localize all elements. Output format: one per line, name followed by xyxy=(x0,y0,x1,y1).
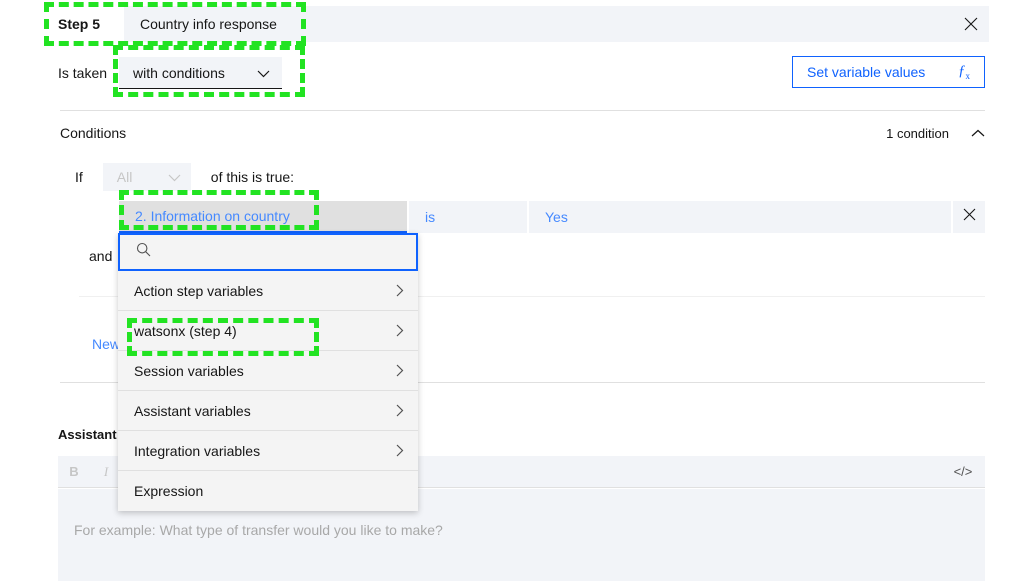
chevron-up-icon[interactable] xyxy=(971,129,985,138)
dropdown-search-input[interactable] xyxy=(161,243,385,261)
chevron-right-icon xyxy=(395,364,404,377)
chevron-down-icon xyxy=(257,65,270,81)
step-name-input[interactable]: Country info response xyxy=(124,6,985,42)
dropdown-item-assistant-variables[interactable]: Assistant variables xyxy=(118,391,418,431)
dropdown-item-label: Expression xyxy=(134,483,204,499)
chevron-right-icon xyxy=(395,324,404,337)
chevron-right-icon xyxy=(395,404,404,417)
search-icon xyxy=(136,242,151,262)
conditions-title: Conditions xyxy=(60,125,127,141)
conditions-header-right: 1 condition xyxy=(886,126,985,141)
dropdown-item-label: Integration variables xyxy=(134,442,261,459)
is-taken-select[interactable]: with conditions xyxy=(119,57,283,89)
dropdown-item-action-step-variables[interactable]: Action step variables xyxy=(118,271,418,311)
close-icon xyxy=(963,208,976,226)
condition-variable-select[interactable]: 2. Information on country xyxy=(119,201,407,233)
dropdown-item-label: Session variables xyxy=(134,362,244,379)
set-variable-values-button[interactable]: Set variable values ƒx xyxy=(792,56,985,88)
dropdown-item-label: Assistant variables xyxy=(134,402,251,419)
if-label: If xyxy=(75,169,83,185)
conditions-header: Conditions 1 condition xyxy=(60,120,985,146)
dropdown-item-session-variables[interactable]: Session variables xyxy=(118,351,418,391)
close-icon xyxy=(964,17,978,31)
condition-match-value: All xyxy=(116,169,133,185)
condition-match-select[interactable]: All xyxy=(102,163,191,191)
new-condition-link[interactable]: New xyxy=(92,336,120,352)
chevron-right-icon xyxy=(395,284,404,297)
condition-operator-select[interactable]: is xyxy=(409,201,527,233)
condition-row: 2. Information on country is Yes xyxy=(119,201,985,233)
close-step-button[interactable] xyxy=(953,6,989,42)
code-view-button[interactable]: </> xyxy=(947,456,979,488)
dropdown-item-label: Action step variables xyxy=(134,282,264,299)
condition-count: 1 condition xyxy=(886,125,949,141)
step-editor-panel: Step 5 Country info response Is taken wi… xyxy=(0,0,1023,581)
dropdown-item-integration-variables[interactable]: Integration variables xyxy=(118,431,418,471)
is-taken-label: Is taken xyxy=(58,65,108,81)
bold-button[interactable]: B xyxy=(58,456,90,488)
chevron-down-icon xyxy=(168,169,181,185)
variable-picker-dropdown: Action step variables watsonx (step 4) S… xyxy=(118,233,418,511)
assistant-section-label: Assistant xyxy=(58,427,117,442)
condition-value-select[interactable]: Yes xyxy=(529,201,951,233)
and-label: and xyxy=(89,248,113,264)
is-taken-row: Is taken with conditions xyxy=(58,57,283,89)
is-taken-select-value: with conditions xyxy=(133,64,225,81)
set-variable-values-label: Set variable values xyxy=(807,64,926,80)
dropdown-item-label: watsonx (step 4) xyxy=(134,322,237,339)
step-header: Step 5 Country info response xyxy=(58,6,985,42)
fx-icon: ƒx xyxy=(958,63,970,81)
dropdown-item-watsonx-step-4[interactable]: watsonx (step 4) xyxy=(118,311,418,351)
dropdown-item-expression[interactable]: Expression xyxy=(118,471,418,511)
delete-condition-button[interactable] xyxy=(953,201,985,233)
step-label: Step 5 xyxy=(58,16,101,32)
if-suffix-label: of this is true: xyxy=(210,169,295,185)
divider-top xyxy=(60,110,985,111)
dropdown-search-row xyxy=(118,233,418,271)
if-row: If All of this is true: xyxy=(75,163,294,191)
chevron-right-icon xyxy=(395,444,404,457)
